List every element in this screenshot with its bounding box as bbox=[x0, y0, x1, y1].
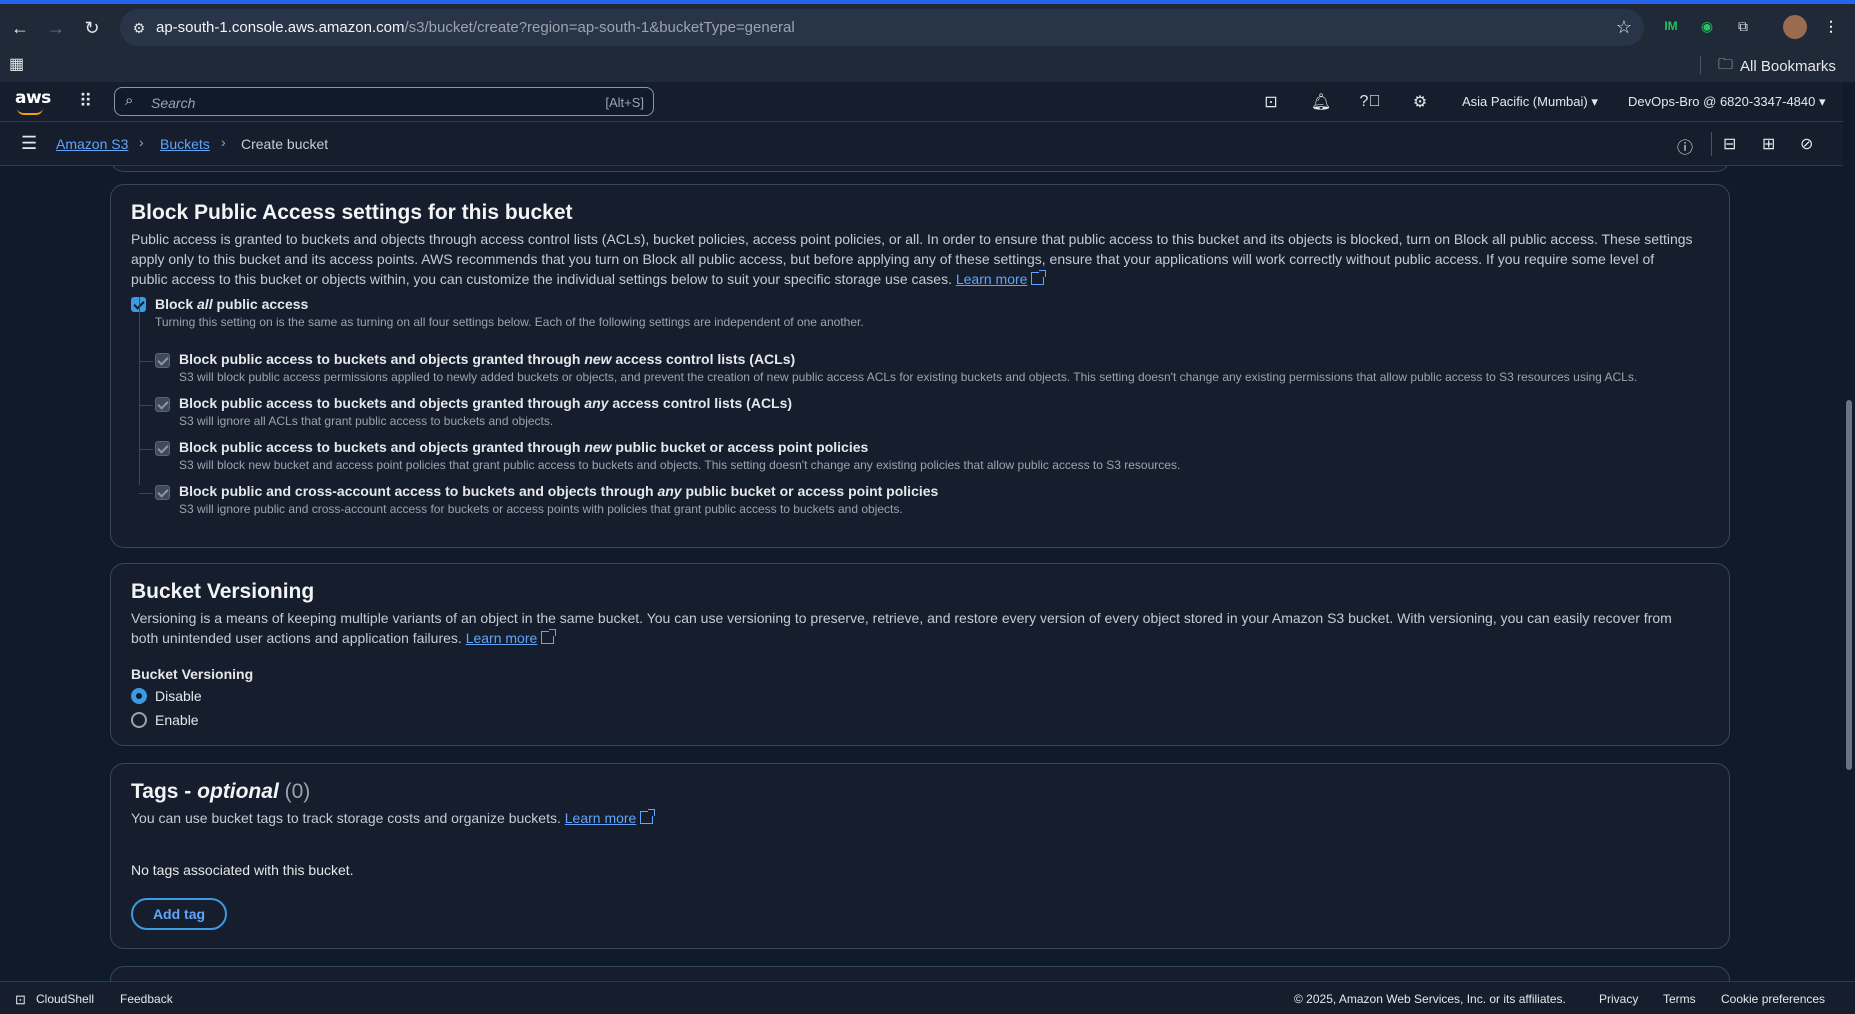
aws-logo[interactable]: aws bbox=[15, 88, 51, 115]
bookmark-star-icon[interactable]: ☆ bbox=[1616, 17, 1632, 38]
search-placeholder: Search bbox=[151, 95, 196, 111]
tree-branch bbox=[139, 493, 153, 494]
extension-im-icon[interactable]: IM bbox=[1660, 15, 1682, 37]
tree-branch bbox=[139, 449, 153, 450]
forward-icon[interactable]: → bbox=[44, 16, 68, 40]
versioning-disable-radio[interactable] bbox=[131, 688, 147, 704]
notifications-bell-icon[interactable]: 🔔︎ bbox=[1310, 91, 1332, 113]
tags-panel: Tags - optional (0) You can use bucket t… bbox=[110, 763, 1730, 949]
block-all-description: Turning this setting on is the same as t… bbox=[155, 315, 864, 329]
block-public-access-panel: Block Public Access settings for this bu… bbox=[110, 184, 1730, 548]
external-link-icon bbox=[541, 629, 557, 644]
divider bbox=[1711, 132, 1712, 156]
region-label: Asia Pacific (Mumbai) bbox=[1462, 94, 1588, 109]
search-input[interactable]: ⌕ Search [Alt+S] bbox=[114, 87, 654, 116]
services-grid-icon[interactable]: ⠿ bbox=[79, 91, 92, 112]
notes-icon[interactable]: ⊞ bbox=[1762, 134, 1775, 154]
block-new-acl-label: Block public access to buckets and objec… bbox=[179, 351, 796, 367]
bucket-versioning-panel: Bucket Versioning Versioning is a means … bbox=[110, 563, 1730, 746]
block-new-policy-label: Block public access to buckets and objec… bbox=[179, 439, 869, 455]
block-new-policy-description: S3 will block new bucket and access poin… bbox=[179, 458, 1181, 472]
browser-menu-icon[interactable]: ⋮ bbox=[1820, 15, 1842, 37]
learn-more-link[interactable]: Learn more bbox=[565, 810, 637, 826]
console-footer: ⊡ CloudShell Feedback © 2025, Amazon Web… bbox=[0, 981, 1855, 1014]
extensions-puzzle-icon[interactable]: ⧉ bbox=[1732, 15, 1754, 37]
extension-globe-icon[interactable]: ◉ bbox=[1696, 15, 1718, 37]
block-new-acl-checkbox[interactable] bbox=[155, 353, 170, 368]
info-icon[interactable]: ⓘ bbox=[1677, 134, 1693, 158]
panel-title: Tags - optional (0) bbox=[131, 780, 311, 803]
next-panel bbox=[110, 966, 1730, 981]
external-link-icon bbox=[1031, 270, 1047, 285]
browser-toolbar: ← → ↻ ⚙ ap-south-1.console.aws.amazon.co… bbox=[0, 0, 1855, 47]
apps-grid-icon[interactable]: ▦ bbox=[9, 54, 24, 74]
aws-top-nav: aws ⠿ ⌕ Search [Alt+S] ⊡ 🔔︎ ?⃝ ⚙ Asia Pa… bbox=[0, 82, 1843, 122]
versioning-enable-radio[interactable] bbox=[131, 712, 147, 728]
breadcrumb-current: Create bucket bbox=[241, 136, 329, 152]
block-any-acl-description: S3 will ignore all ACLs that grant publi… bbox=[179, 414, 554, 428]
empty-tags-message: No tags associated with this bucket. bbox=[131, 862, 354, 878]
profile-avatar[interactable] bbox=[1783, 15, 1807, 39]
privacy-link[interactable]: Privacy bbox=[1599, 992, 1638, 1006]
search-icon: ⌕ bbox=[125, 92, 134, 109]
breadcrumb-amazon-s3[interactable]: Amazon S3 bbox=[56, 136, 128, 152]
block-all-label: Block all public access bbox=[155, 296, 309, 312]
block-new-acl-description: S3 will block public access permissions … bbox=[179, 370, 1638, 384]
block-any-acl-checkbox[interactable] bbox=[155, 397, 170, 412]
block-any-acl-label: Block public access to buckets and objec… bbox=[179, 395, 793, 411]
search-shortcut: [Alt+S] bbox=[605, 95, 644, 110]
external-link-icon bbox=[640, 809, 656, 824]
cloudshell-icon[interactable]: ⊡ bbox=[1260, 91, 1282, 113]
learn-more-link[interactable]: Learn more bbox=[466, 630, 538, 646]
chevron-right-icon: › bbox=[139, 134, 144, 150]
copyright-text: © 2025, Amazon Web Services, Inc. or its… bbox=[1294, 992, 1566, 1006]
block-any-policy-checkbox[interactable] bbox=[155, 485, 170, 500]
cookie-preferences-link[interactable]: Cookie preferences bbox=[1721, 992, 1825, 1006]
address-bar[interactable]: ⚙ ap-south-1.console.aws.amazon.com/s3/b… bbox=[120, 9, 1644, 46]
versioning-disable-label: Disable bbox=[155, 688, 202, 704]
panel-description: Public access is granted to buckets and … bbox=[131, 231, 1693, 287]
site-info-icon[interactable]: ⚙ bbox=[129, 18, 149, 38]
back-icon[interactable]: ← bbox=[8, 16, 32, 40]
panel-icon[interactable]: ⊟ bbox=[1723, 134, 1736, 154]
reload-icon[interactable]: ↻ bbox=[80, 16, 104, 40]
terms-link[interactable]: Terms bbox=[1663, 992, 1696, 1006]
account-label: DevOps-Bro @ 6820-3347-4840 bbox=[1628, 94, 1816, 109]
main-content: Block Public Access settings for this bu… bbox=[0, 166, 1843, 981]
bookmarks-bar: ▦ 🗀 All Bookmarks bbox=[0, 47, 1855, 82]
panel-description: You can use bucket tags to track storage… bbox=[131, 808, 656, 828]
help-icon[interactable]: ?⃝ bbox=[1359, 91, 1381, 113]
account-menu[interactable]: DevOps-Bro @ 6820-3347-4840 ▾ bbox=[1628, 94, 1826, 110]
learn-more-link[interactable]: Learn more bbox=[956, 271, 1028, 287]
all-bookmarks-button[interactable]: 🗀 All Bookmarks bbox=[1718, 54, 1836, 79]
folder-icon: 🗀 bbox=[1718, 56, 1734, 73]
tree-branch bbox=[139, 405, 153, 406]
cloudshell-link[interactable]: CloudShell bbox=[36, 992, 94, 1006]
add-tag-button[interactable]: Add tag bbox=[131, 898, 227, 930]
settings-tree-line bbox=[139, 297, 140, 485]
settings-gear-icon[interactable]: ⚙ bbox=[1409, 91, 1431, 113]
panel-description: Versioning is a means of keeping multipl… bbox=[131, 610, 1672, 646]
block-new-policy-checkbox[interactable] bbox=[155, 441, 170, 456]
compass-icon[interactable]: ⊘ bbox=[1800, 134, 1813, 154]
feedback-link[interactable]: Feedback bbox=[120, 992, 173, 1006]
block-any-policy-description: S3 will ignore public and cross-account … bbox=[179, 502, 903, 516]
breadcrumb-buckets[interactable]: Buckets bbox=[160, 136, 210, 152]
versioning-enable-label: Enable bbox=[155, 712, 199, 728]
menu-hamburger-icon[interactable]: ☰ bbox=[21, 133, 37, 154]
breadcrumb: ☰ Amazon S3 › Buckets › Create bucket ⓘ … bbox=[0, 122, 1843, 166]
tree-branch bbox=[139, 361, 153, 362]
previous-panel bbox=[110, 166, 1730, 172]
url-text: ap-south-1.console.aws.amazon.com/s3/buc… bbox=[156, 19, 795, 36]
panel-title: Bucket Versioning bbox=[131, 580, 315, 603]
scrollbar-thumb[interactable] bbox=[1846, 400, 1852, 770]
chevron-right-icon: › bbox=[221, 134, 226, 150]
block-any-policy-label: Block public and cross-account access to… bbox=[179, 483, 939, 499]
versioning-field-label: Bucket Versioning bbox=[131, 666, 254, 682]
cloudshell-icon[interactable]: ⊡ bbox=[15, 992, 26, 1008]
divider bbox=[1700, 56, 1701, 74]
region-selector[interactable]: Asia Pacific (Mumbai) ▾ bbox=[1462, 94, 1598, 110]
all-bookmarks-label: All Bookmarks bbox=[1740, 58, 1836, 75]
panel-title: Block Public Access settings for this bu… bbox=[131, 201, 573, 224]
